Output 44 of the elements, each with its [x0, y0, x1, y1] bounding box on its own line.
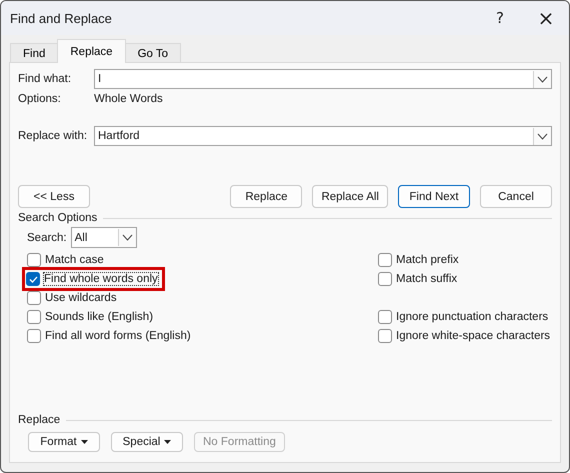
checkbox-label[interactable]: Match prefix: [396, 254, 459, 266]
checkbox-label[interactable]: Find whole words only: [44, 273, 158, 285]
checkbox[interactable]: [378, 252, 392, 266]
replace-with-field[interactable]: Hartford: [94, 126, 552, 146]
checkbox[interactable]: [378, 272, 392, 286]
find-what-field[interactable]: I: [94, 69, 552, 89]
field-label: Replace with:: [18, 130, 88, 142]
checkbox-label[interactable]: Ignore punctuation characters: [396, 310, 548, 322]
search-label: Search:: [27, 232, 67, 244]
checkbox[interactable]: [26, 272, 40, 286]
format-button[interactable]: Special: [111, 432, 183, 452]
action-button[interactable]: Replace: [230, 185, 302, 208]
checkbox[interactable]: [27, 252, 41, 266]
checkbox-label[interactable]: Match case: [45, 254, 104, 266]
checkbox-label[interactable]: Match suffix: [396, 272, 458, 284]
tab[interactable]: Replace: [57, 39, 126, 63]
window-title: Find and Replace: [10, 10, 113, 26]
checkbox[interactable]: [27, 328, 41, 342]
checkbox-label[interactable]: Find all word forms (English): [45, 330, 191, 342]
action-button[interactable]: Cancel: [480, 185, 552, 208]
section-heading: Replace: [18, 414, 60, 426]
action-button[interactable]: Find Next: [398, 185, 470, 208]
search-dropdown[interactable]: All: [70, 227, 137, 248]
checkbox[interactable]: [378, 328, 392, 342]
checkbox-label[interactable]: Use wildcards: [45, 292, 117, 304]
less-button[interactable]: << Less: [18, 185, 90, 208]
tab[interactable]: Go To: [124, 43, 182, 63]
chevron-down-icon: [118, 229, 136, 246]
options-label: Options:: [18, 93, 62, 105]
field-label: Find what:: [18, 73, 72, 85]
checkbox[interactable]: [27, 290, 41, 304]
chevron-down-icon: [533, 128, 551, 144]
chevron-down-icon: [533, 70, 551, 88]
options-value: Whole Words: [94, 93, 163, 105]
help-button[interactable]: ?: [477, 1, 523, 35]
checkbox[interactable]: [378, 310, 392, 324]
tab[interactable]: Find: [10, 43, 58, 63]
checkbox-label[interactable]: Ignore white-space characters: [396, 330, 550, 342]
checkbox-label[interactable]: Sounds like (English): [45, 310, 154, 322]
close-button[interactable]: ×: [523, 1, 569, 35]
checkbox[interactable]: [27, 310, 41, 324]
format-button[interactable]: Format: [28, 432, 100, 452]
section-heading: Search Options: [18, 212, 98, 224]
action-button[interactable]: Replace All: [312, 185, 388, 208]
